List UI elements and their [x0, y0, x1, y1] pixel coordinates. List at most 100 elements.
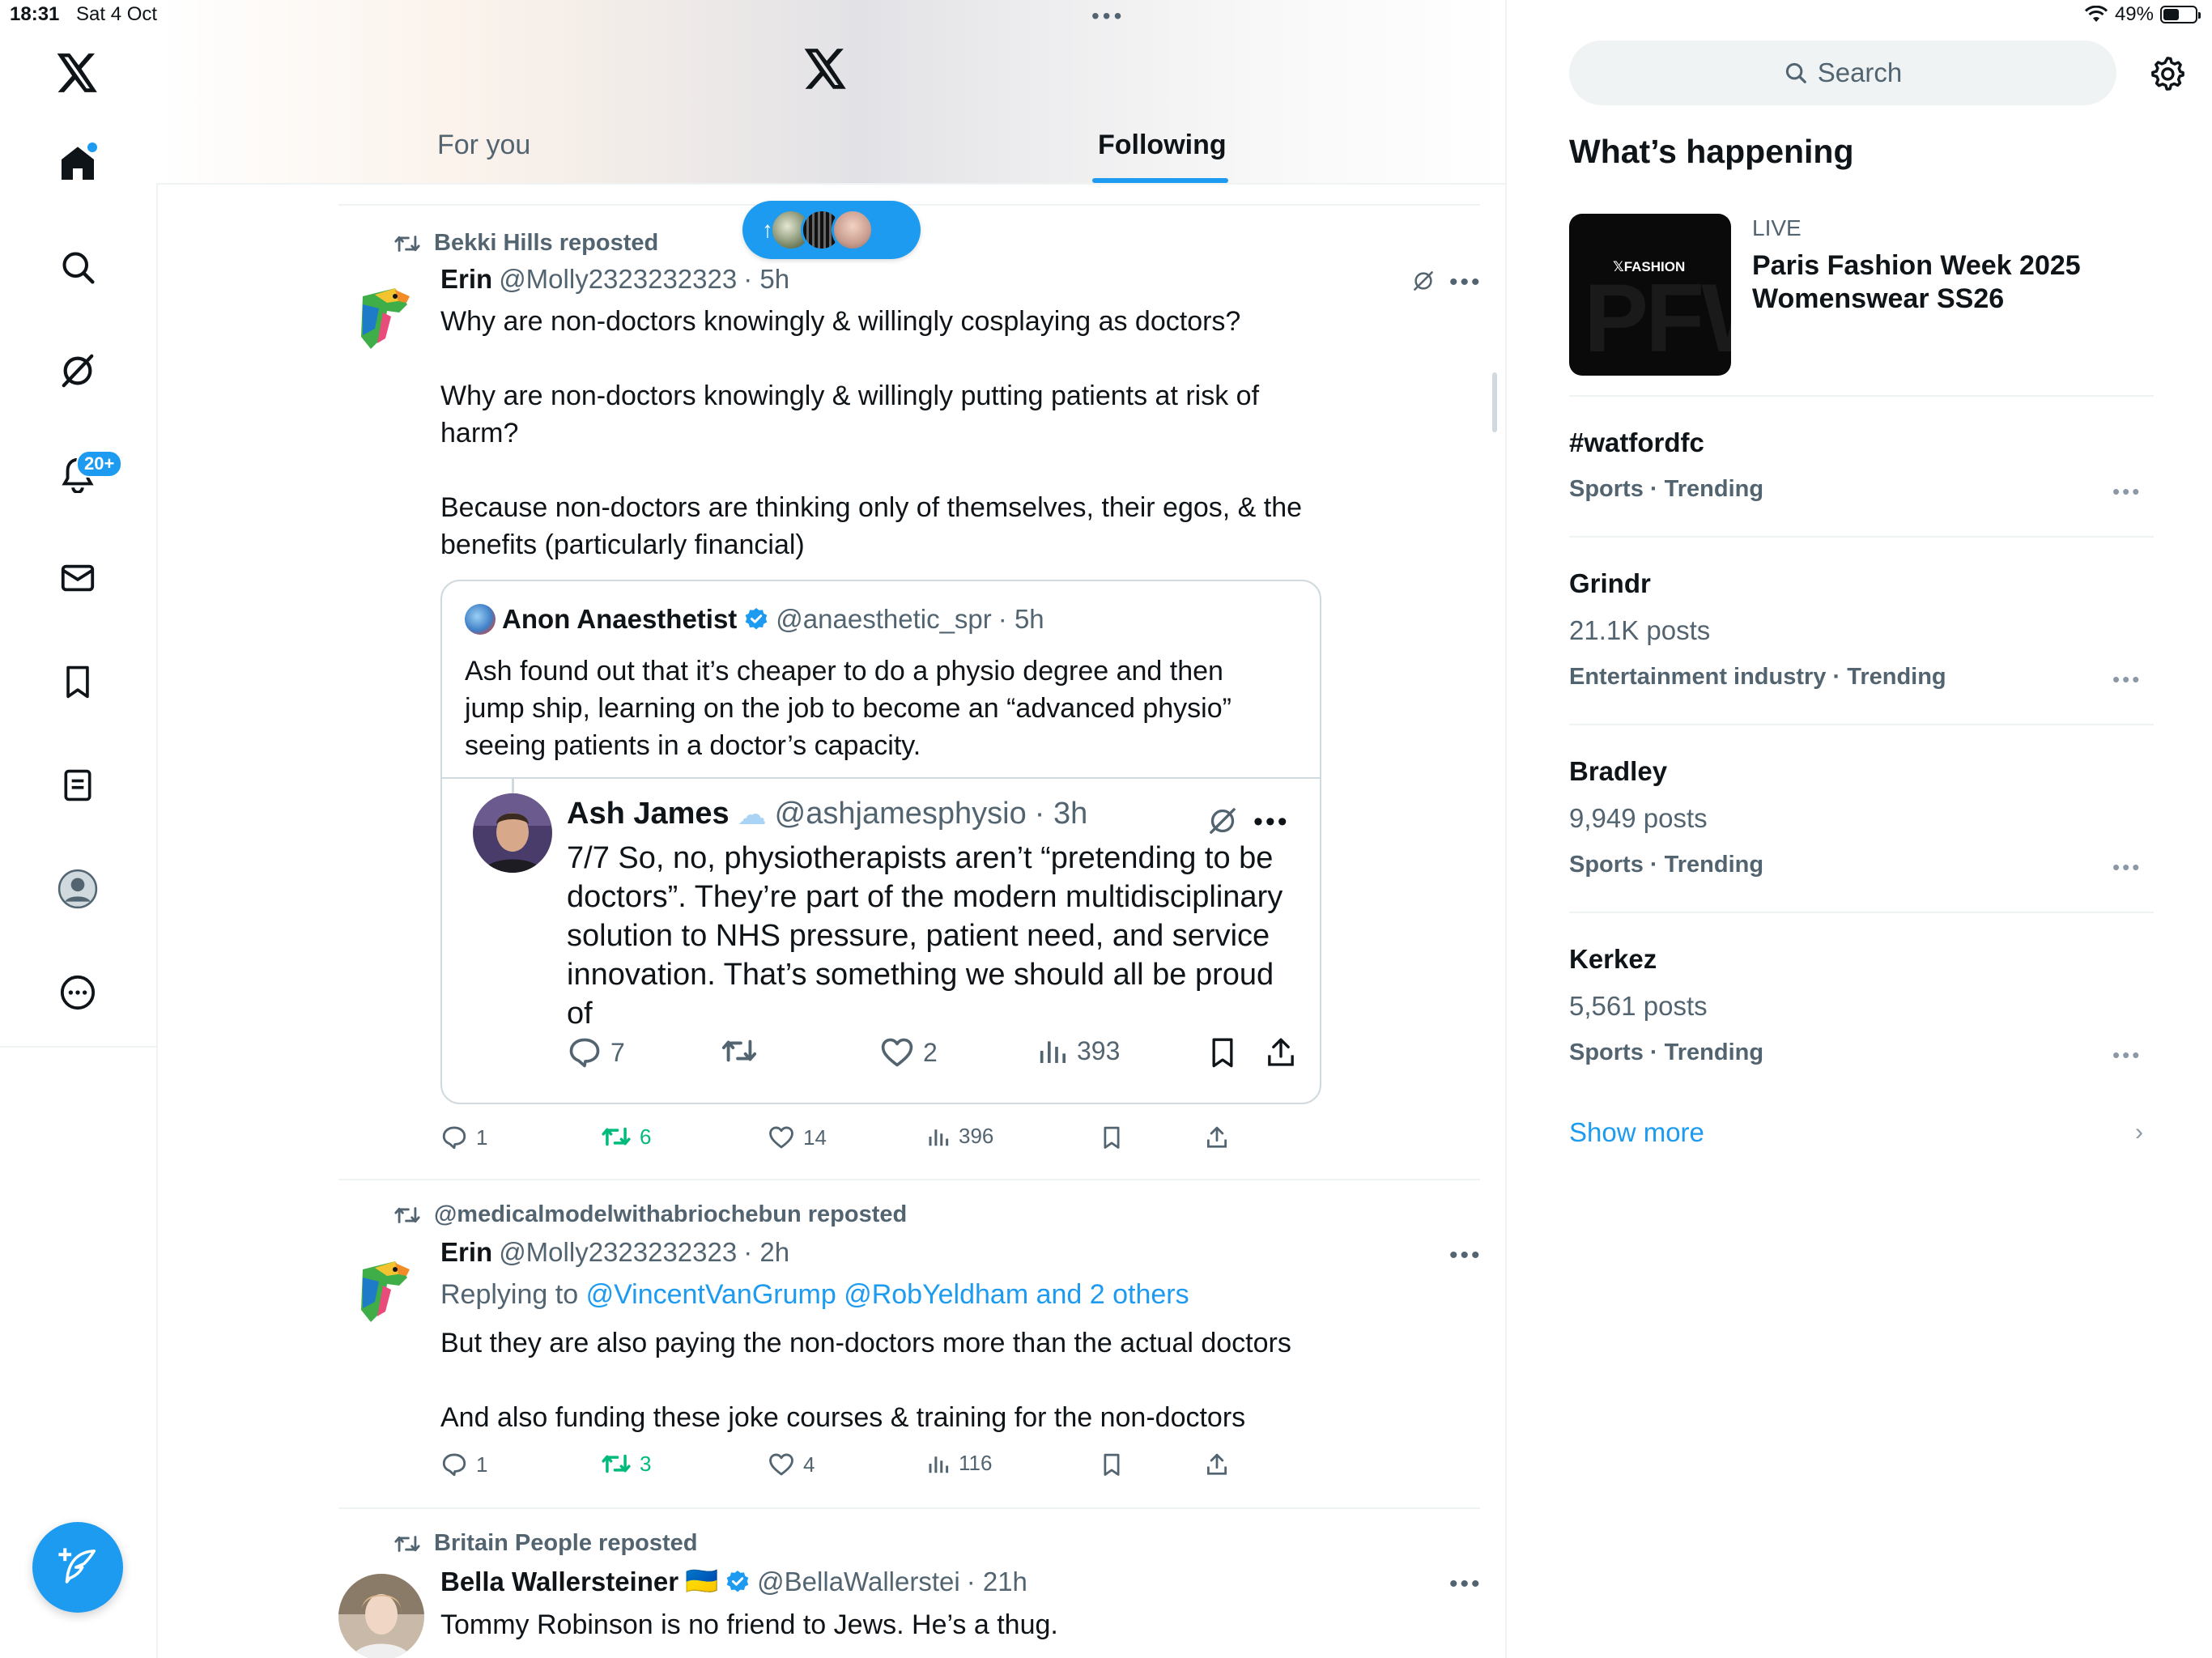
bookmark-icon [1104, 1126, 1120, 1149]
reply-button[interactable]: 1 [440, 1124, 487, 1151]
live-event-title[interactable]: Paris Fashion Week 2025 Womenswear SS26 [1752, 249, 2108, 316]
like-button[interactable]: 14 [768, 1124, 827, 1151]
views-button[interactable]: 393 [1036, 1035, 1120, 1067]
more-dots-icon[interactable]: ••• [2112, 1043, 2142, 1068]
post-paragraph: Why are non-doctors knowingly & willingl… [440, 306, 1241, 337]
repost-button[interactable]: 3 [601, 1451, 651, 1477]
live-event-thumbnail[interactable]: PFW 𝕏FASHION [1569, 214, 1731, 376]
author-handle[interactable]: @Molly2323232323 [499, 1237, 737, 1268]
like-count: 4 [803, 1452, 815, 1477]
like-button[interactable]: 4 [768, 1451, 815, 1478]
post-paragraph: But they are also paying the non-doctors… [440, 1328, 1291, 1358]
replying-to: Replying to @VincentVanGrump @RobYeldham… [440, 1279, 1189, 1311]
trend-title[interactable]: Bradley [1569, 756, 1667, 787]
nav-more[interactable] [45, 960, 110, 1025]
new-posts-pill[interactable]: ↑ [742, 201, 921, 259]
scrollbar[interactable] [1492, 372, 1497, 432]
avatar[interactable] [338, 272, 424, 358]
nav-messages[interactable] [45, 546, 110, 610]
reply-button[interactable]: 1 [440, 1451, 487, 1478]
avatar[interactable] [338, 1574, 424, 1658]
bookmark-button[interactable] [1100, 1124, 1124, 1151]
trend-title[interactable]: Grindr [1569, 568, 1651, 599]
nav-home[interactable] [45, 131, 110, 196]
avatar[interactable] [338, 1245, 424, 1331]
trend-title[interactable]: #watfordfc [1569, 427, 1704, 458]
search-icon [62, 252, 95, 284]
quote-card[interactable]: Anon Anaesthetist @anaesthetic_spr · 5h … [440, 580, 1321, 1104]
bookmark-button[interactable] [1206, 1035, 1239, 1070]
bookmark-icon [66, 665, 89, 699]
quote-avatar[interactable] [465, 604, 496, 635]
author-name[interactable]: Bella Wallersteiner [440, 1567, 678, 1597]
live-thumb-label: 𝕏FASHION [1613, 259, 1686, 274]
share-button[interactable] [1205, 1451, 1229, 1478]
multitasking-dots-icon[interactable]: ••• [1091, 5, 1125, 28]
share-button[interactable] [1205, 1124, 1229, 1151]
more-dots-icon[interactable]: ••• [2112, 667, 2142, 692]
inner-author-handle[interactable]: @ashjamesphysio [775, 797, 1027, 831]
show-more-link[interactable]: Show more [1569, 1117, 1704, 1148]
nav-grok[interactable] [45, 338, 110, 403]
nav-explore[interactable] [45, 235, 110, 300]
reply-icon [442, 1126, 466, 1150]
more-dots-icon[interactable]: ••• [2112, 855, 2142, 880]
post-time: · 5h [743, 264, 790, 294]
share-icon [1207, 1126, 1227, 1148]
grok-icon[interactable] [1206, 805, 1239, 837]
more-dots-icon[interactable]: ••• [1449, 270, 1482, 295]
author-name[interactable]: Erin [440, 264, 492, 295]
repost-button[interactable]: 6 [601, 1124, 651, 1150]
repost-count: 6 [640, 1124, 652, 1149]
nav-notifications[interactable]: 20+ [45, 442, 123, 507]
reply-button[interactable]: 7 [567, 1035, 625, 1070]
more-dots-icon[interactable]: ••• [1253, 808, 1290, 835]
repost-label: @medicalmodelwithabriochebun reposted [434, 1201, 908, 1227]
more-dots-icon[interactable]: ••• [1449, 1572, 1482, 1596]
author-name[interactable]: Erin [440, 1237, 492, 1268]
views-button[interactable]: 116 [926, 1451, 992, 1476]
gear-icon[interactable] [2149, 55, 2186, 92]
post-text: Why are non-doctors knowingly & willingl… [440, 303, 1331, 563]
trend-title[interactable]: Kerkez [1569, 944, 1657, 975]
views-button[interactable]: 396 [926, 1124, 993, 1149]
more-dots-icon[interactable]: ••• [1449, 1244, 1482, 1268]
author-handle[interactable]: @Molly2323232323 [499, 264, 737, 295]
nav-profile[interactable] [45, 857, 110, 921]
repost-button[interactable] [721, 1035, 758, 1067]
ukraine-flag-icon: 🇺🇦 [685, 1566, 719, 1596]
repost-icon [394, 235, 420, 252]
nav-bookmarks[interactable] [45, 649, 110, 714]
author-handle[interactable]: @BellaWallerstei [757, 1567, 960, 1597]
grok-icon[interactable] [1411, 269, 1436, 293]
bookmark-icon [1104, 1453, 1120, 1476]
trend-separator [1569, 536, 2154, 538]
nav-lists[interactable] [45, 753, 110, 818]
trend-meta: Sports · Trending [1569, 1039, 1764, 1065]
header-x-logo-icon[interactable] [804, 49, 848, 89]
live-thumb-bg-text: PFW [1584, 264, 1731, 372]
chevron-right-icon[interactable]: › [2135, 1119, 2143, 1146]
status-right: 49% [2084, 3, 2201, 26]
share-button[interactable] [1265, 1035, 1297, 1070]
quote-author-handle[interactable]: @anaesthetic_spr [776, 604, 991, 635]
repost-icon [602, 1127, 631, 1146]
quote-author-name[interactable]: Anon Anaesthetist [502, 604, 737, 635]
tab-for-you[interactable]: For you [437, 130, 530, 161]
compose-button[interactable] [32, 1522, 123, 1613]
repost-icon [394, 1206, 420, 1223]
quote-header: Anon Anaesthetist @anaesthetic_spr · 5h [465, 604, 1044, 635]
inner-post-header: Ash James ☁ @ashjamesphysio · 3h [567, 797, 1087, 831]
replying-to-users-link[interactable]: @VincentVanGrump @RobYeldham and 2 other… [586, 1279, 1189, 1310]
bookmark-button[interactable] [1100, 1451, 1124, 1478]
whats-happening-title: What’s happening [1569, 133, 1854, 170]
search-input[interactable]: Search [1569, 40, 2116, 105]
tab-following[interactable]: Following [1098, 130, 1227, 161]
x-logo-icon[interactable] [45, 40, 110, 105]
more-dots-icon[interactable]: ••• [2112, 479, 2142, 504]
inner-author-name[interactable]: Ash James [567, 797, 730, 831]
like-button[interactable]: 2 [879, 1035, 938, 1070]
inner-avatar[interactable] [473, 793, 552, 873]
reply-icon [442, 1453, 466, 1477]
battery-percent: 49% [2114, 3, 2154, 25]
